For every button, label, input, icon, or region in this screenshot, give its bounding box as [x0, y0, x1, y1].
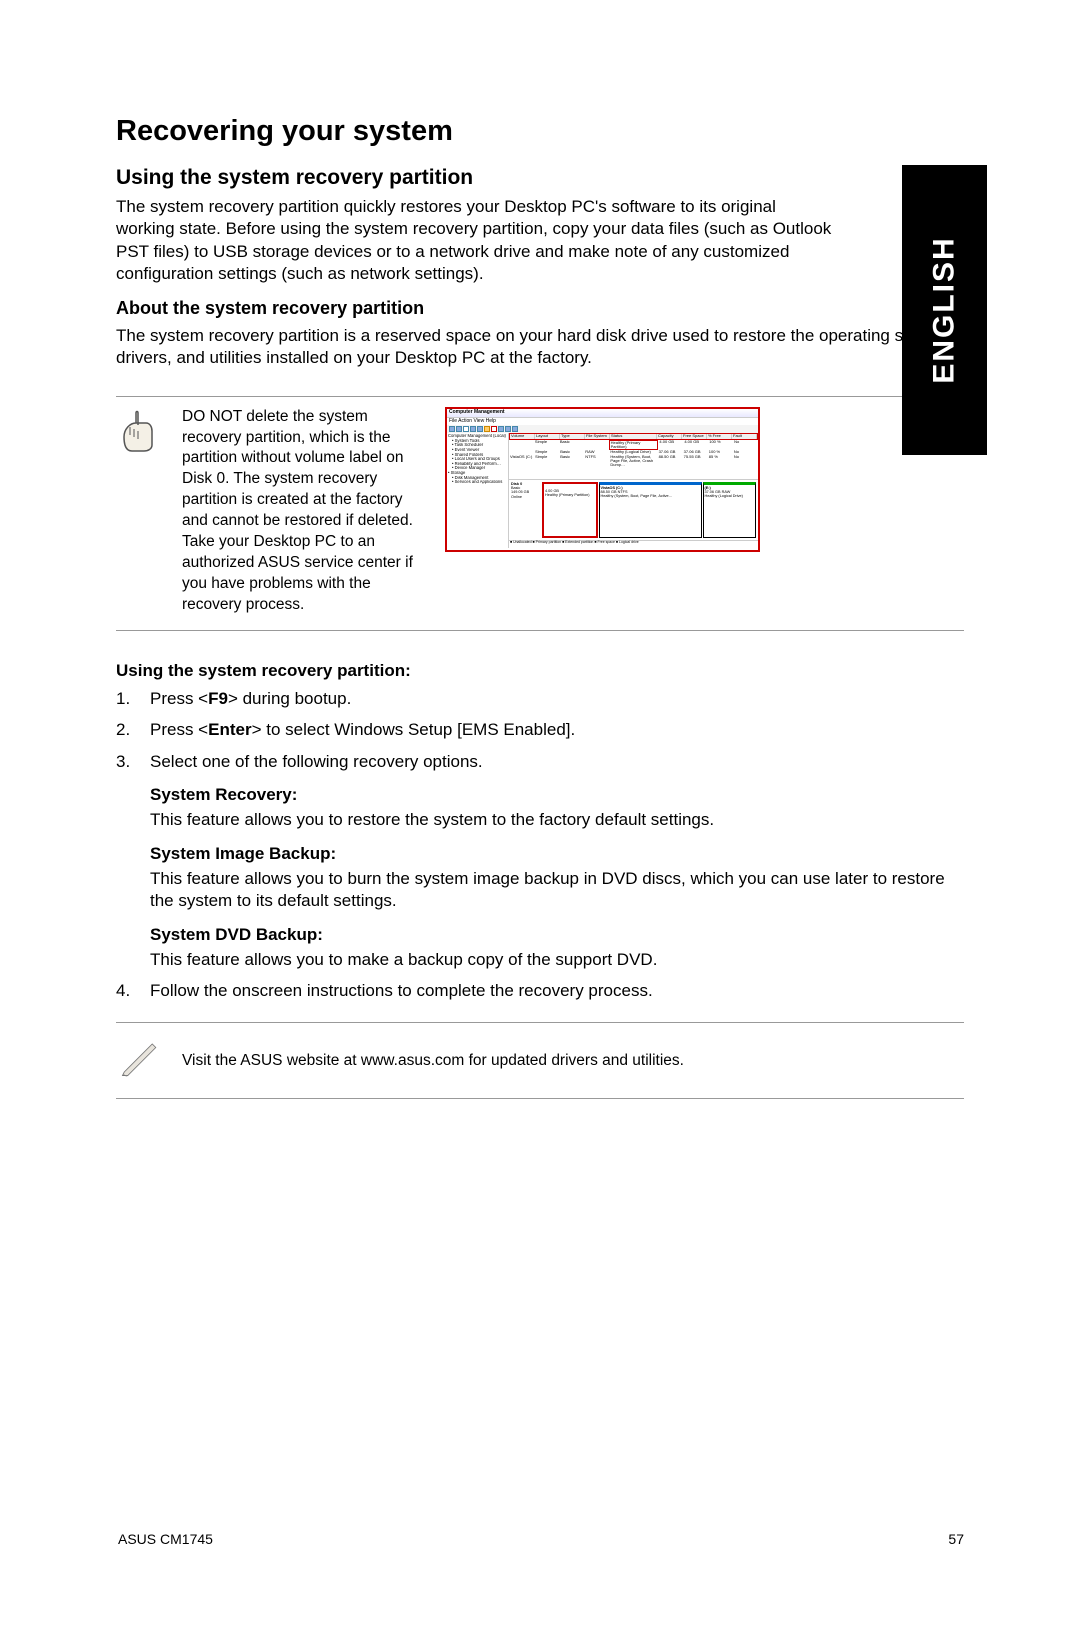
option-text: This feature allows you to make a backup… — [150, 949, 964, 971]
ss-volume-table: VolumeLayoutTypeFile SystemStatusCapacit… — [509, 433, 758, 479]
pencil-icon — [116, 1037, 164, 1084]
page-title: Recovering your system — [116, 115, 836, 148]
step-row: 2.Press <Enter> to select Windows Setup … — [116, 718, 964, 741]
option-text: This feature allows you to burn the syst… — [150, 868, 964, 913]
steps-section: Using the system recovery partition: 1.P… — [116, 661, 964, 1003]
step-row: 1.Press <F9> during bootup. — [116, 687, 964, 710]
option-heading: System Recovery: — [150, 785, 964, 805]
step-text: Select one of the following recovery opt… — [150, 750, 964, 773]
intro-paragraph: The system recovery partition quickly re… — [116, 196, 836, 286]
step-text: Press <Enter> to select Windows Setup [E… — [150, 718, 964, 741]
section-heading: Using the system recovery partition — [116, 166, 836, 190]
option-heading: System DVD Backup: — [150, 925, 964, 945]
about-paragraph: The system recovery partition is a reser… — [116, 325, 964, 370]
info-note: Visit the ASUS website at www.asus.com f… — [116, 1022, 964, 1099]
ss-window-title: Computer Management — [447, 409, 758, 418]
warning-note: DO NOT delete the system recovery partit… — [116, 396, 964, 631]
step-number: 3. — [116, 750, 150, 773]
ss-tree: Computer Management (Local)• System Tool… — [447, 433, 509, 548]
subsection-heading: About the system recovery partition — [116, 298, 836, 319]
step-row: 3.Select one of the following recovery o… — [116, 750, 964, 773]
ss-toolbar — [447, 425, 758, 433]
warning-text: DO NOT delete the system recovery partit… — [182, 407, 427, 616]
hand-pointing-icon — [116, 407, 164, 616]
option-heading: System Image Backup: — [150, 844, 964, 864]
steps-heading: Using the system recovery partition: — [116, 661, 964, 681]
step-text: Press <F9> during bootup. — [150, 687, 964, 710]
page-footer: ASUS CM1745 57 — [118, 1531, 964, 1547]
option-text: This feature allows you to restore the s… — [150, 809, 964, 831]
step-number: 2. — [116, 718, 150, 741]
ss-menu-bar: File Action View Help — [447, 418, 758, 426]
step-number: 4. — [116, 979, 150, 1002]
step-number: 1. — [116, 687, 150, 710]
step-text: Follow the onscreen instructions to comp… — [150, 979, 964, 1002]
disk-management-screenshot: Computer Management File Action View Hel… — [445, 407, 760, 552]
step-4: 4. Follow the onscreen instructions to c… — [116, 979, 964, 1002]
footer-model: ASUS CM1745 — [118, 1531, 213, 1547]
language-tab-label: ENGLISH — [928, 236, 962, 383]
ss-disk-graphic: Disk 0Basic149.05 GBOnline 4.00 GBHealth… — [509, 479, 758, 540]
footer-page-number: 57 — [948, 1531, 964, 1547]
language-tab: ENGLISH — [902, 165, 987, 455]
info-text: Visit the ASUS website at www.asus.com f… — [182, 1052, 684, 1070]
ss-legend: ■ Unallocated ■ Primary partition ■ Exte… — [509, 540, 758, 548]
